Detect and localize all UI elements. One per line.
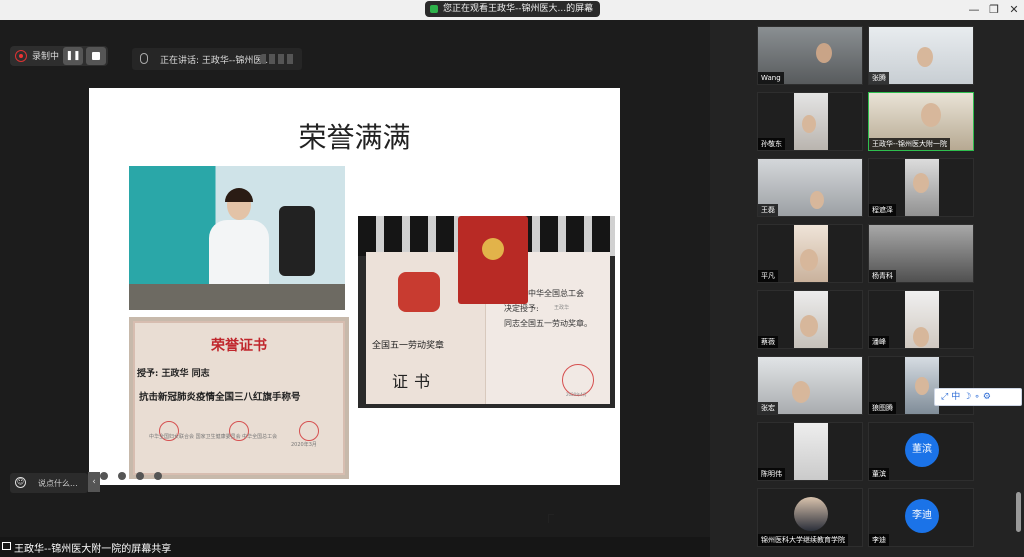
certificate-recipient: 授予: 王政华 同志	[137, 369, 210, 379]
participant-tile[interactable]: Wang	[757, 26, 863, 85]
medal-certificate-label: 证书	[392, 372, 437, 391]
participant-name: 蔡薇	[758, 336, 778, 348]
microphone-icon	[140, 53, 148, 64]
medal-grant-text: 决定授予:	[504, 304, 539, 313]
participant-name: 张宏	[758, 402, 778, 414]
certificate-issuers: 中华全国妇女联合会 国家卫生健康委员会 中华全国总工会	[149, 434, 278, 440]
medal-box	[458, 216, 528, 304]
participant-tile[interactable]: 张腾	[868, 26, 974, 85]
medal-recipient: 王政华	[554, 305, 570, 311]
app-window: 您正在观看王政华--锦州医大...的屏幕 ⋮ — ❐ ✕ 录制中 ❚❚ 正在讲话…	[0, 0, 1024, 557]
shared-screen-area: 录制中 ❚❚ 正在讲话: 王政华--锦州医... 荣誉满满 荣誉证书 授予: 王…	[0, 20, 710, 537]
chat-placeholder: 说点什么...	[38, 479, 78, 488]
participant-tile[interactable]: 程遮泽	[868, 158, 974, 217]
participant-gallery: Wang 张腾 孙敬东 王政华--锦州医大附一院 王磊 程遮泽 平凡 杨青科 蔡…	[710, 20, 1024, 557]
participant-name: 程遮泽	[869, 204, 896, 216]
participant-name: 潘峰	[869, 336, 889, 348]
participant-tile[interactable]: 王磊	[757, 158, 863, 217]
participant-tile[interactable]: 潘峰	[868, 290, 974, 349]
participant-tile[interactable]: 张宏	[757, 356, 863, 415]
participant-name: 平凡	[758, 270, 778, 282]
active-speaker-indicator: 正在讲话: 王政华--锦州医...	[132, 48, 302, 70]
participant-tile[interactable]: 董滨 董滨	[868, 422, 974, 481]
presentation-slide: 荣誉满满 荣誉证书 授予: 王政华 同志 抗击新冠肺炎疫情全国三八红旗手称号 中	[89, 88, 620, 523]
input-method-toolbar[interactable]: ⤢中☽∘⚙	[934, 388, 1022, 406]
participant-tile[interactable]: 狼图腾	[868, 356, 974, 415]
participant-name: 陈明伟	[758, 468, 785, 480]
participant-name: 狼图腾	[869, 402, 896, 414]
medal-date: 2020年4月	[566, 392, 587, 397]
participant-name: 锦州医科大学继续教育学院	[758, 534, 848, 546]
participant-tile[interactable]: 王政华--锦州医大附一院	[868, 92, 974, 151]
collapse-chat-button[interactable]: ‹	[88, 472, 100, 492]
participant-name: 李迪	[869, 534, 889, 546]
certificate-honor: 抗击新冠肺炎疫情全国三八红旗手称号	[139, 392, 301, 403]
participant-tile[interactable]: 锦州医科大学继续教育学院	[757, 488, 863, 547]
audio-level-icon	[260, 54, 296, 64]
participant-name: 孙敬东	[758, 138, 785, 150]
record-icon	[15, 50, 27, 62]
restore-button[interactable]: ❐	[986, 2, 1002, 18]
participant-name: 董滨	[869, 468, 889, 480]
labor-medal-certificate-image: 全国五一劳动奖章 证书 中华全国总工会 决定授予: 王政华 同志全国五一劳动奖章…	[358, 216, 615, 408]
participant-tile[interactable]: 孙敬东	[757, 92, 863, 151]
medal-issuer: 中华全国总工会	[528, 289, 584, 298]
certificate-title: 荣誉证书	[211, 338, 267, 354]
participant-name: 王政华--锦州医大附一院	[869, 138, 951, 150]
screen-share-status: 王政华--锦州医大附一院的屏幕共享	[14, 544, 172, 555]
participant-tile[interactable]: 杨青科	[868, 224, 974, 283]
chat-input[interactable]: ☺ 说点什么...	[10, 473, 88, 493]
recording-label: 录制中	[32, 52, 60, 62]
honor-certificate-image: 荣誉证书 授予: 王政华 同志 抗击新冠肺炎疫情全国三八红旗手称号 中华全国妇女…	[129, 317, 349, 479]
national-emblem-icon	[398, 272, 440, 312]
participant-tile[interactable]: 李迪 李迪	[868, 488, 974, 547]
screen-share-icon	[430, 5, 438, 13]
annotation-tool-icon[interactable]	[100, 472, 108, 480]
minimize-button[interactable]: —	[966, 2, 982, 18]
more-options-icon[interactable]: ⋮	[584, 1, 594, 17]
screen-share-icon	[2, 542, 11, 550]
participant-name: 张腾	[869, 72, 889, 84]
participant-tile[interactable]: 蔡薇	[757, 290, 863, 349]
participant-name: 王磊	[758, 204, 778, 216]
participant-avatar: 董滨	[905, 433, 939, 467]
gallery-scrollbar[interactable]	[1016, 492, 1021, 532]
participant-name: 杨青科	[869, 270, 896, 282]
doctor-photo	[129, 166, 345, 310]
medal-award-text: 同志全国五一劳动奖章。	[504, 319, 592, 328]
seal-icon	[299, 421, 319, 441]
participant-avatar: 李迪	[905, 499, 939, 533]
recording-controls: 录制中 ❚❚	[10, 46, 108, 66]
certificate-date: 2020年3月	[291, 442, 317, 448]
stop-recording-button[interactable]	[86, 47, 106, 65]
share-notice-text: 您正在观看王政华--锦州医大...的屏幕	[443, 4, 594, 14]
slide-annotation-toolbar	[100, 465, 220, 480]
status-bar: 王政华--锦州医大附一院的屏幕共享	[0, 537, 710, 557]
pause-recording-button[interactable]: ❚❚	[63, 47, 83, 65]
close-button[interactable]: ✕	[1006, 2, 1022, 18]
share-notice-pill[interactable]: 您正在观看王政华--锦州医大...的屏幕 ⋮	[425, 1, 600, 17]
participant-tile[interactable]: 陈明伟	[757, 422, 863, 481]
slide-title: 荣誉满满	[298, 121, 411, 154]
title-bar: 您正在观看王政华--锦州医大...的屏幕 ⋮ — ❐ ✕	[0, 0, 1024, 20]
medal-certificate-title: 全国五一劳动奖章	[372, 341, 445, 351]
emoji-icon[interactable]: ☺	[15, 477, 26, 488]
participant-tile[interactable]: 平凡	[757, 224, 863, 283]
participant-name: Wang	[758, 72, 784, 84]
mouse-cursor-icon	[548, 514, 554, 523]
speaking-label: 正在讲话: 王政华--锦州医...	[160, 56, 271, 66]
